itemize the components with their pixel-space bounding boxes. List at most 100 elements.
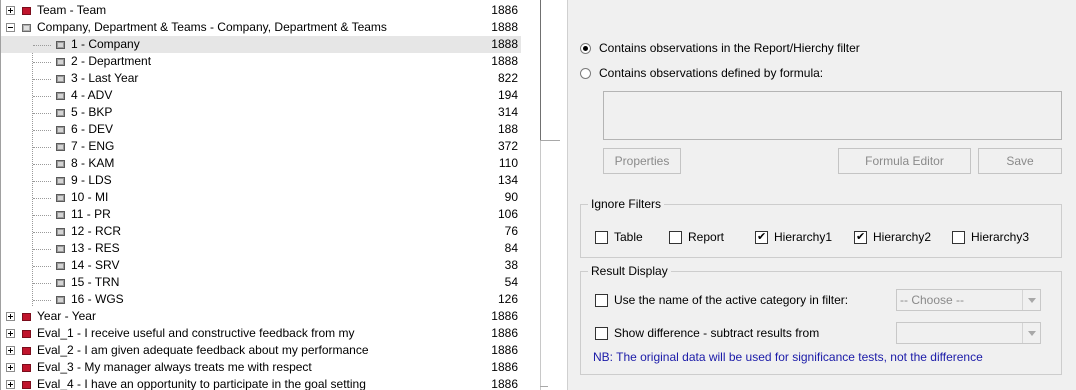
difference-select[interactable] <box>896 322 1041 344</box>
tree-guide-line <box>33 79 51 80</box>
expand-icon[interactable] <box>6 346 15 355</box>
tree-row-team[interactable]: Team - Team 1886 <box>1 2 521 19</box>
tree-row-category[interactable]: 11 - PR 106 <box>1 206 521 223</box>
category-icon <box>56 109 65 117</box>
category-icon <box>56 41 65 49</box>
tree-row-category[interactable]: 16 - WGS 126 <box>1 291 521 308</box>
panel-splitter[interactable] <box>540 0 567 390</box>
tree-row-category[interactable]: 10 - MI 90 <box>1 189 521 206</box>
radio-label: Contains observations in the Report/Hier… <box>599 41 860 55</box>
group-legend: Result Display <box>588 264 671 278</box>
category-icon <box>56 58 65 66</box>
collapse-icon[interactable] <box>6 23 15 32</box>
tree-guide-line <box>33 249 51 250</box>
tree-row-eval-1[interactable]: Eval_1 - I receive useful and constructi… <box>1 325 521 342</box>
category-icon <box>56 75 65 83</box>
tree-row-count: 110 <box>498 156 518 170</box>
properties-button[interactable]: Properties <box>603 148 681 174</box>
checkbox-label: Show difference - subtract results from <box>614 326 820 340</box>
category-select[interactable]: -- Choose -- <box>896 289 1041 311</box>
tree-row-label: 1 - Company <box>71 37 140 51</box>
tree-row-category[interactable]: 3 - Last Year 822 <box>1 70 521 87</box>
checkbox[interactable] <box>854 230 867 244</box>
formula-textbox[interactable] <box>603 91 1062 140</box>
tree-row-count: 126 <box>497 292 518 306</box>
radio-button[interactable] <box>580 43 591 54</box>
tree-guide-line <box>33 96 51 97</box>
chevron-down-icon[interactable] <box>1022 290 1040 310</box>
tree-row-category[interactable]: 4 - ADV 194 <box>1 87 521 104</box>
tree-row-category[interactable]: 14 - SRV 38 <box>1 257 521 274</box>
tree-row-category[interactable]: 2 - Department 1888 <box>1 53 521 70</box>
tree-row-label: Eval_4 - I have an opportunity to partic… <box>37 377 366 390</box>
hierarchy-tree[interactable]: Team - Team 1886 Company, Department & T… <box>0 0 540 390</box>
tree-row-label: 9 - LDS <box>71 173 112 187</box>
expand-icon[interactable] <box>6 380 15 389</box>
radio-button[interactable] <box>580 68 591 79</box>
tree-row-label: Eval_3 - My manager always treats me wit… <box>37 360 312 374</box>
tree-row-label: 16 - WGS <box>71 292 124 306</box>
tree-row-category[interactable]: 9 - LDS 134 <box>1 172 521 189</box>
tree-row-category[interactable]: 6 - DEV 188 <box>1 121 521 138</box>
tree-row-category[interactable]: 15 - TRN 54 <box>1 274 521 291</box>
save-button[interactable]: Save <box>978 148 1062 174</box>
tree-row-count: 1886 <box>491 3 518 17</box>
category-icon <box>56 194 65 202</box>
tree-row-category[interactable]: 1 - Company 1888 <box>1 36 521 53</box>
tree-row-label: 4 - ADV <box>71 88 113 102</box>
splitter-line <box>540 140 541 390</box>
tree-row-count: 1886 <box>491 343 518 357</box>
tree-row-count: 1888 <box>491 54 518 68</box>
category-icon <box>56 126 65 134</box>
tree-row-category[interactable]: 8 - KAM 110 <box>1 155 521 172</box>
expand-icon[interactable] <box>6 363 15 372</box>
tree-row-eval-2[interactable]: Eval_2 - I am given adequate feedback ab… <box>1 342 521 359</box>
tree-row-eval-4[interactable]: Eval_4 - I have an opportunity to partic… <box>1 376 521 390</box>
tree-row-count: 90 <box>504 190 518 204</box>
checkbox[interactable] <box>952 231 965 244</box>
tree-row-count: 1886 <box>491 309 518 323</box>
tree-row-label: 2 - Department <box>71 54 152 68</box>
expand-icon[interactable] <box>6 312 15 321</box>
tree-row-label: 10 - MI <box>71 190 109 204</box>
category-icon <box>56 160 65 168</box>
tree-row-count: 1886 <box>491 326 518 340</box>
checkbox[interactable] <box>595 327 608 340</box>
tree-row-year[interactable]: Year - Year 1886 <box>1 308 521 325</box>
category-icon <box>56 92 65 100</box>
expand-icon[interactable] <box>6 6 15 15</box>
tree-row-count: 314 <box>497 105 518 119</box>
tree-guide-line <box>33 62 51 63</box>
tree-row-label: 11 - PR <box>71 207 111 221</box>
expand-icon[interactable] <box>6 329 15 338</box>
variable-icon <box>22 347 31 355</box>
checkbox-label: Use the name of the active category in f… <box>614 293 849 307</box>
tree-guide-line <box>33 164 51 165</box>
tree-row-company-department-teams[interactable]: Company, Department & Teams - Company, D… <box>1 19 521 36</box>
checkbox[interactable] <box>755 230 768 244</box>
tree-row-label: Company, Department & Teams - Company, D… <box>37 20 387 34</box>
formula-editor-button[interactable]: Formula Editor <box>838 148 971 174</box>
checkbox[interactable] <box>669 231 682 244</box>
tree-row-category[interactable]: 13 - RES 84 <box>1 240 521 257</box>
tree-row-count: 54 <box>504 275 518 289</box>
splitter-tick <box>540 140 560 141</box>
tree-guide-line <box>33 215 51 216</box>
tree-row-category[interactable]: 7 - ENG 372 <box>1 138 521 155</box>
tree-guide-line <box>33 113 51 114</box>
checkbox-label: Hierarchy1 <box>774 230 833 244</box>
tree-row-eval-3[interactable]: Eval_3 - My manager always treats me wit… <box>1 359 521 376</box>
tree-guide-line <box>33 130 51 131</box>
ignore-filters-group: Ignore Filters Table Report Hierarchy1 H… <box>580 197 1062 258</box>
tree-row-count: 84 <box>504 241 518 255</box>
tree-row-count: 106 <box>497 207 518 221</box>
checkbox[interactable] <box>595 231 608 244</box>
variable-icon <box>22 313 31 321</box>
chevron-down-icon[interactable] <box>1022 323 1040 343</box>
tree-row-category[interactable]: 12 - RCR 76 <box>1 223 521 240</box>
tree-row-category[interactable]: 5 - BKP 314 <box>1 104 521 121</box>
variable-icon <box>22 24 31 32</box>
checkbox[interactable] <box>595 294 608 307</box>
splitter-tick <box>540 386 548 387</box>
tree-row-count: 134 <box>497 173 518 187</box>
